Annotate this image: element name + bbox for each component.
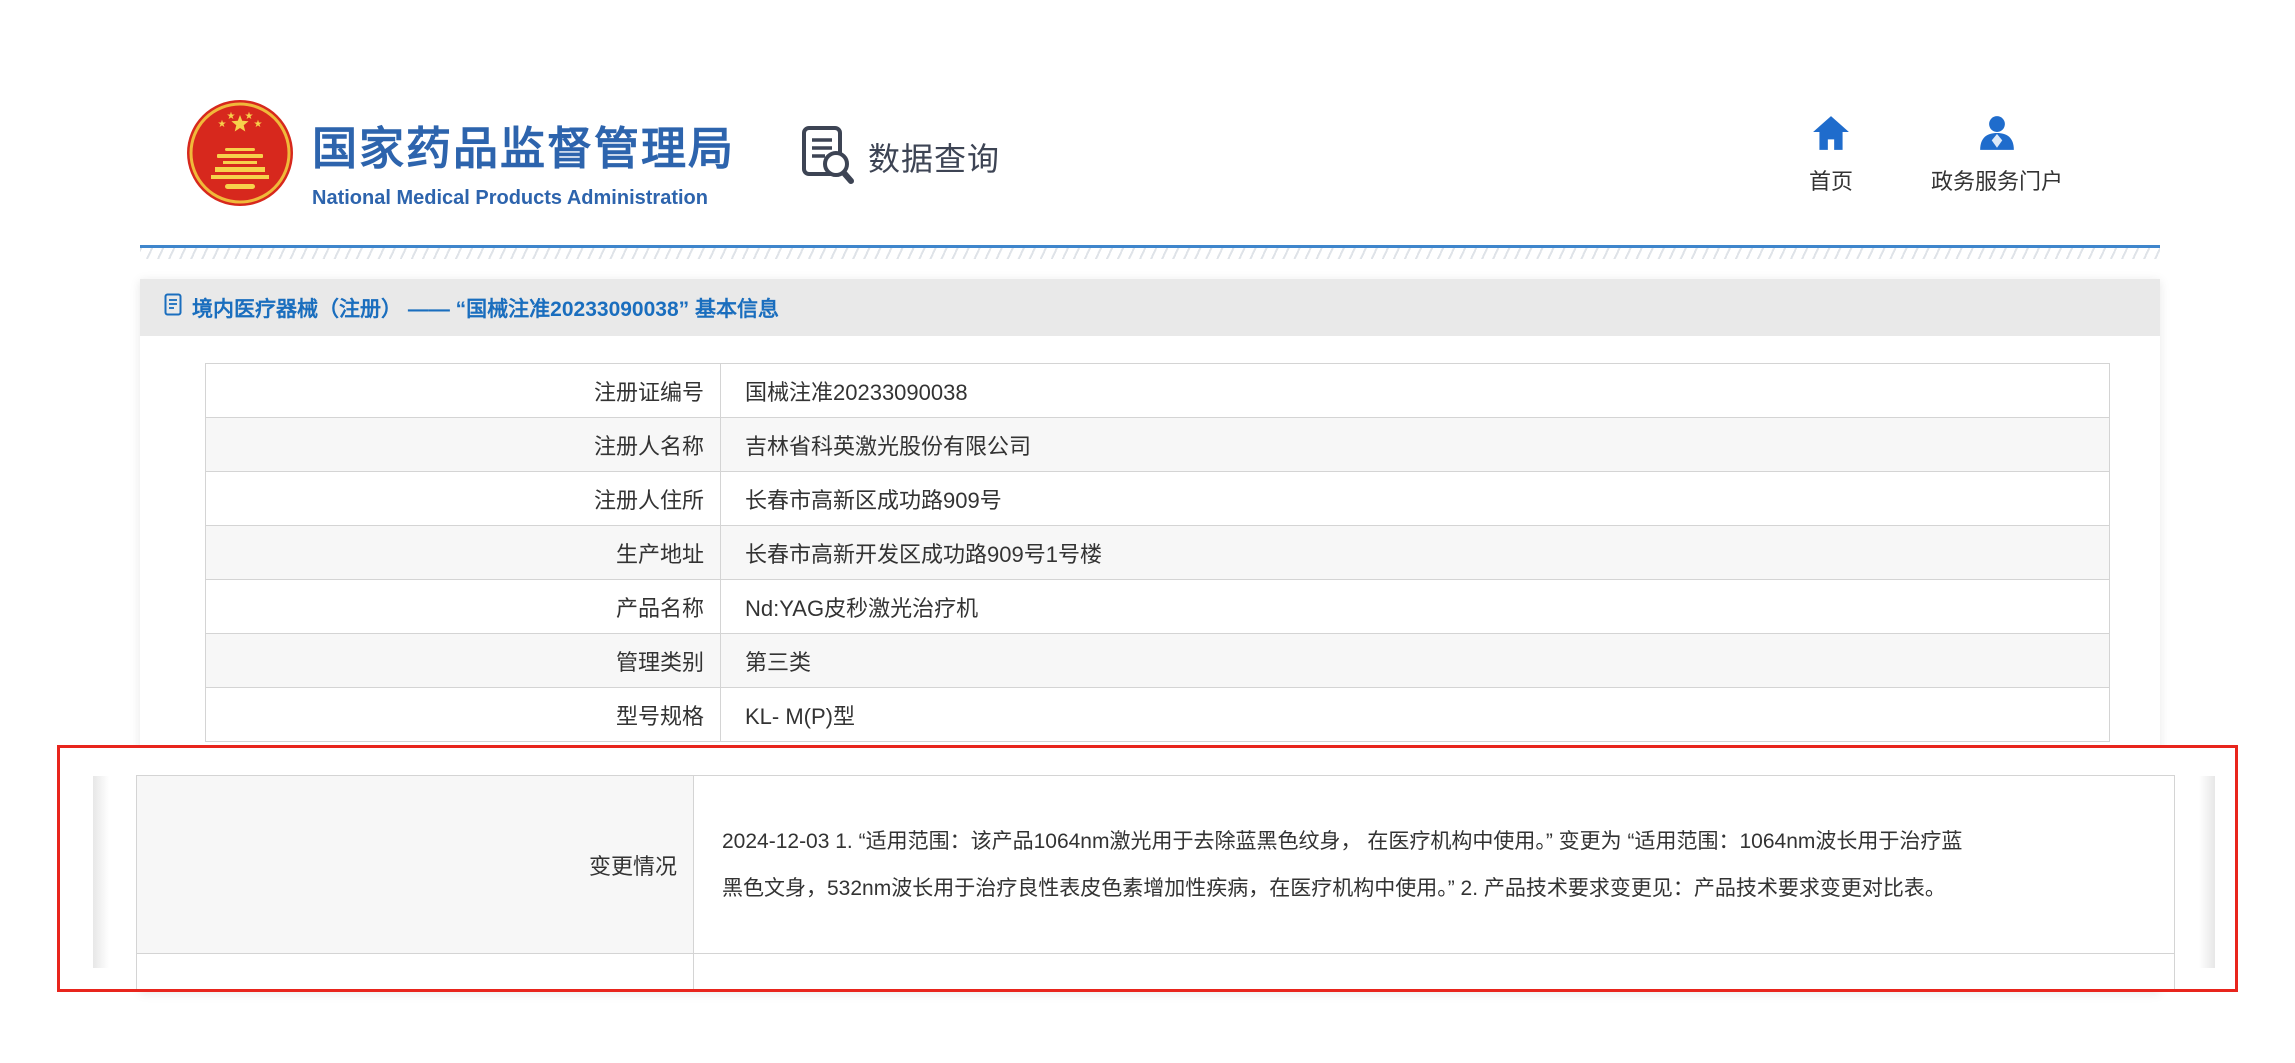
registration-info-table: 注册证编号 国械注准20233090038 注册人名称 吉林省科英激光股份有限公…: [205, 363, 2110, 742]
field-value: 长春市高新区成功路909号: [721, 472, 2110, 526]
field-value: 长春市高新开发区成功路909号1号楼: [721, 526, 2110, 580]
site-title: 国家药品监督管理局: [312, 112, 735, 177]
field-value: 2024-12-03 1. “适用范围：该产品1064nm激光用于去除蓝黑色纹身…: [694, 776, 2175, 954]
field-label: 型号规格: [206, 688, 721, 742]
field-label: 注册证编号: [206, 364, 721, 418]
field-value: 国械注准20233090038: [721, 364, 2110, 418]
table-row: 注册人名称 吉林省科英激光股份有限公司: [206, 418, 2110, 472]
field-label: 产品名称: [206, 580, 721, 634]
table-row: 管理类别 第三类: [206, 634, 2110, 688]
svg-text:★: ★: [227, 111, 236, 122]
svg-text:★: ★: [254, 119, 263, 130]
china-national-emblem-icon: ★ ★ ★ ★: [185, 195, 295, 212]
table-row: 生产地址 长春市高新开发区成功路909号1号楼: [206, 526, 2110, 580]
field-value: Nd:YAG皮秒激光治疗机: [721, 580, 2110, 634]
header-divider-hatch: [140, 248, 2160, 259]
data-query-section-link[interactable]: 数据查询: [800, 122, 1000, 191]
card-left-edge-shadow: [93, 776, 109, 968]
document-icon: [164, 293, 182, 322]
field-label: 管理类别: [206, 634, 721, 688]
field-label: 生产地址: [206, 526, 721, 580]
red-highlight-annotation-box: 变更情况 2024-12-03 1. “适用范围：该产品1064nm激光用于去除…: [57, 745, 2238, 992]
table-row-partial: [137, 954, 2175, 991]
nav-government-service-portal[interactable]: 政务服务门户: [1926, 114, 2068, 196]
field-label: 变更情况: [137, 776, 694, 954]
field-value: 第三类: [721, 634, 2110, 688]
table-row: 注册人住所 长春市高新区成功路909号: [206, 472, 2110, 526]
nav-home-label: 首页: [1796, 164, 1866, 196]
field-value: KL- M(P)型: [721, 688, 2110, 742]
table-row-change-record: 变更情况 2024-12-03 1. “适用范围：该产品1064nm激光用于去除…: [137, 776, 2175, 954]
card-right-edge-shadow: [2199, 776, 2215, 968]
nmpa-logo[interactable]: ★ ★ ★ ★: [185, 98, 295, 208]
change-record-row-fragment: 变更情况 2024-12-03 1. “适用范围：该产品1064nm激光用于去除…: [136, 775, 2175, 990]
site-subtitle: National Medical Products Administration: [312, 187, 735, 210]
data-query-label: 数据查询: [868, 134, 1000, 180]
field-value: [694, 954, 2175, 991]
table-row: 型号规格 KL- M(P)型: [206, 688, 2110, 742]
section-header-bar: 境内医疗器械（注册） —— “国械注准20233090038” 基本信息: [140, 279, 2160, 336]
nav-home[interactable]: 首页: [1796, 114, 1866, 196]
field-label: 注册人住所: [206, 472, 721, 526]
section-title: 境内医疗器械（注册） —— “国械注准20233090038” 基本信息: [192, 293, 779, 323]
nav-portal-label: 政务服务门户: [1926, 164, 2068, 196]
svg-text:★: ★: [218, 119, 227, 130]
table-row: 产品名称 Nd:YAG皮秒激光治疗机: [206, 580, 2110, 634]
document-search-icon: [800, 122, 854, 191]
site-title-block: 国家药品监督管理局 National Medical Products Admi…: [312, 112, 735, 210]
home-icon: [1811, 139, 1851, 156]
user-icon: [1977, 139, 2017, 156]
table-row: 注册证编号 国械注准20233090038: [206, 364, 2110, 418]
field-label: [137, 954, 694, 991]
svg-text:★: ★: [245, 111, 254, 122]
field-value: 吉林省科英激光股份有限公司: [721, 418, 2110, 472]
field-label: 注册人名称: [206, 418, 721, 472]
